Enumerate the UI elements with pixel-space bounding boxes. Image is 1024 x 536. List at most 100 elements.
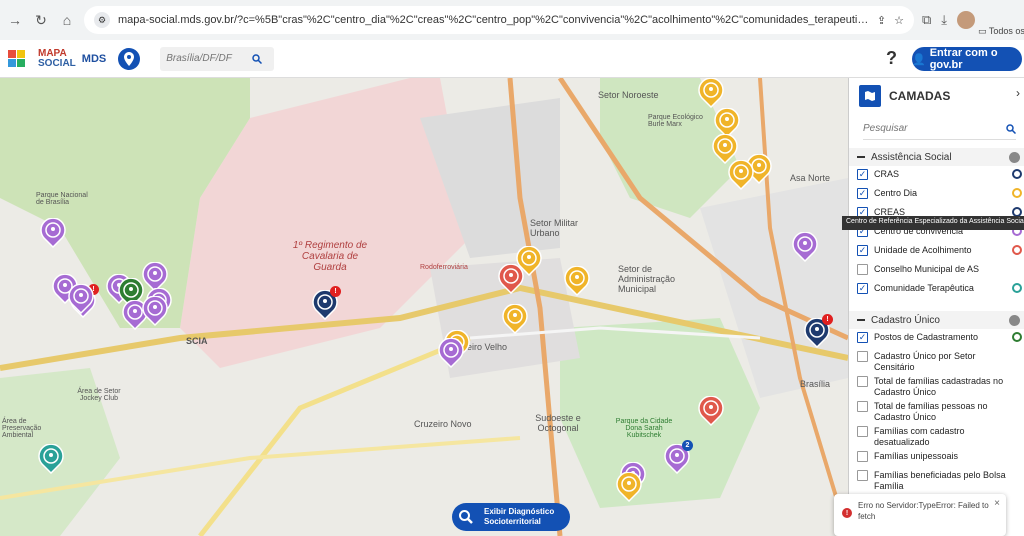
collapse-panel-icon[interactable]: › bbox=[1016, 86, 1020, 100]
layer-item[interactable]: ✓ Postos de Cadastramento bbox=[849, 329, 1024, 348]
logo-text: MAPA SOCIAL bbox=[38, 47, 76, 69]
layer-label: Comunidade Terapêutica bbox=[874, 283, 974, 293]
forward-icon[interactable]: → bbox=[6, 11, 24, 29]
pin-icon bbox=[792, 231, 818, 263]
login-govbr-button[interactable]: 👤 Entrar com o gov.br bbox=[912, 47, 1022, 71]
layer-item[interactable]: Conselho Municipal de AS bbox=[849, 261, 1024, 280]
share-icon[interactable]: ⇪ bbox=[877, 14, 886, 27]
location-search[interactable] bbox=[160, 46, 275, 71]
layer-legend-icon bbox=[1012, 169, 1022, 179]
checkbox-checked[interactable]: ✓ bbox=[857, 169, 868, 180]
map-marker-pin[interactable]: ! bbox=[312, 286, 341, 321]
alert-badge: ! bbox=[822, 314, 833, 325]
checkbox-checked[interactable]: ✓ bbox=[857, 332, 868, 343]
checkbox-checked[interactable]: ✓ bbox=[857, 188, 868, 199]
mapa-social-logo[interactable]: MAPA SOCIAL MDS bbox=[8, 48, 106, 70]
map-marker-pin[interactable] bbox=[728, 159, 754, 191]
map-label: Área de Preservação Ambiental bbox=[2, 418, 42, 439]
search-icon[interactable] bbox=[252, 53, 263, 64]
map-marker-pin[interactable] bbox=[698, 395, 724, 427]
map-marker-pin[interactable] bbox=[792, 231, 818, 263]
map-marker-pin[interactable] bbox=[616, 471, 642, 503]
layer-label: Famílias unipessoais bbox=[874, 451, 959, 461]
layer-item[interactable]: ✓ Centro Dia bbox=[849, 185, 1024, 204]
search-icon[interactable] bbox=[1006, 123, 1016, 134]
collapse-icon[interactable] bbox=[1009, 151, 1020, 163]
map-marker-pin[interactable]: ! bbox=[804, 314, 833, 349]
location-search-input[interactable] bbox=[166, 53, 247, 64]
section-assistencia-social[interactable]: Assistência Social bbox=[849, 148, 1024, 166]
checkbox-unchecked[interactable] bbox=[857, 426, 868, 437]
layer-item[interactable]: Famílias unipessoais bbox=[849, 448, 1024, 467]
map-marker-pin[interactable] bbox=[38, 443, 64, 475]
layers-panel-header: CAMADAS bbox=[849, 78, 1024, 114]
url-text: mapa-social.mds.gov.br/?c=%5B"cras"%2C"c… bbox=[118, 14, 869, 26]
help-button[interactable]: ? bbox=[886, 48, 904, 70]
layer-item[interactable]: Total de famílias pessoas no Cadastro Ún… bbox=[849, 398, 1024, 423]
profile-avatar[interactable] bbox=[957, 11, 976, 29]
close-toast-button[interactable]: × bbox=[994, 498, 1000, 509]
map-canvas[interactable]: Setor Noroeste Parque Ecológico Burle Ma… bbox=[0, 78, 848, 536]
map-marker-pin[interactable] bbox=[564, 265, 590, 297]
layer-label: Unidade de Acolhimento bbox=[874, 245, 972, 255]
map-label: Parque Ecológico Burle Marx bbox=[648, 114, 703, 128]
layer-item[interactable]: Total de famílias cadastradas no Cadastr… bbox=[849, 373, 1024, 398]
layer-item[interactable]: Cadastro Único por Setor Censitário bbox=[849, 348, 1024, 373]
layer-search[interactable] bbox=[863, 118, 1016, 140]
map-marker-pin[interactable] bbox=[698, 78, 724, 109]
map-marker-pin[interactable] bbox=[502, 303, 528, 335]
address-bar[interactable]: ⚙ mapa-social.mds.gov.br/?c=%5B"cras"%2C… bbox=[84, 6, 914, 34]
layer-search-input[interactable] bbox=[863, 123, 993, 134]
reload-icon[interactable]: ↻ bbox=[32, 11, 50, 29]
checkbox-unchecked[interactable] bbox=[857, 470, 868, 481]
checkbox-unchecked[interactable] bbox=[857, 351, 868, 362]
map-marker-pin[interactable] bbox=[40, 217, 66, 249]
layer-item[interactable]: ✓ Unidade de Acolhimento bbox=[849, 242, 1024, 261]
layer-item[interactable]: ✓ Comunidade Terapêutica bbox=[849, 280, 1024, 299]
layer-list-cadastro: ✓ Postos de Cadastramento Cadastro Único p… bbox=[849, 329, 1024, 492]
checkbox-unchecked[interactable] bbox=[857, 401, 868, 412]
map-marker-pin[interactable] bbox=[142, 295, 168, 327]
alert-badge: ! bbox=[330, 286, 341, 297]
bookmark-star-icon[interactable]: ☆ bbox=[894, 14, 904, 27]
section-cadastro-unico[interactable]: Cadastro Único bbox=[849, 311, 1024, 329]
download-icon[interactable]: ⤓ bbox=[941, 12, 947, 28]
layer-label: Conselho Municipal de AS bbox=[874, 264, 980, 274]
pin-icon bbox=[438, 337, 464, 369]
layer-item[interactable]: ✓ CRAS bbox=[849, 166, 1024, 185]
favorites-folder[interactable]: ▭ Todos os favoritos bbox=[978, 26, 1024, 37]
map-label: Brasília bbox=[800, 379, 831, 389]
collapse-icon[interactable] bbox=[1009, 314, 1020, 326]
pin-icon bbox=[38, 443, 64, 475]
checkbox-checked[interactable]: ✓ bbox=[857, 283, 868, 294]
map-layers-icon bbox=[859, 85, 881, 107]
location-button[interactable] bbox=[118, 47, 141, 70]
layer-item[interactable]: Famílias com cadastro desatualizado bbox=[849, 423, 1024, 448]
layer-legend-icon bbox=[1012, 332, 1022, 342]
checkbox-unchecked[interactable] bbox=[857, 264, 868, 275]
pin-icon bbox=[502, 303, 528, 335]
layer-item[interactable]: Famílias beneficiadas pelo Bolsa Família bbox=[849, 467, 1024, 492]
pin-icon bbox=[564, 265, 590, 297]
extensions-icon[interactable]: ⧉ bbox=[922, 12, 931, 28]
home-icon[interactable]: ⌂ bbox=[58, 11, 76, 29]
checkbox-unchecked[interactable] bbox=[857, 376, 868, 387]
map-label: Cruzeiro Novo bbox=[414, 419, 472, 429]
layer-label: Cadastro Único por Setor Censitário bbox=[874, 351, 976, 372]
map-marker-pin[interactable] bbox=[516, 245, 542, 277]
creas-tooltip: Centro de Referência Especializado da As… bbox=[842, 216, 1024, 230]
browser-toolbar: → ↻ ⌂ ⚙ mapa-social.mds.gov.br/?c=%5B"cr… bbox=[0, 0, 1024, 40]
layer-label: CRAS bbox=[874, 169, 900, 179]
map-label: Parque da Cidade Dona Sarah Kubitschek bbox=[615, 418, 673, 439]
layer-legend-icon bbox=[1012, 188, 1022, 198]
socioterritorial-diagnosis-button[interactable]: Exibir Diagnóstico Socioterritorial bbox=[452, 503, 570, 531]
map-marker-pin[interactable] bbox=[438, 337, 464, 369]
layer-label: Famílias beneficiadas pelo Bolsa Família bbox=[874, 470, 1006, 491]
checkbox-unchecked[interactable] bbox=[857, 451, 868, 462]
checkbox-checked[interactable]: ✓ bbox=[857, 245, 868, 256]
map-label: Área de Setor Jockey Club bbox=[77, 388, 121, 402]
site-info-icon[interactable]: ⚙ bbox=[94, 12, 110, 28]
map-marker-pin[interactable]: 2 bbox=[664, 440, 693, 475]
map-marker-pin[interactable] bbox=[68, 283, 94, 315]
logo-mds: MDS bbox=[81, 52, 107, 65]
